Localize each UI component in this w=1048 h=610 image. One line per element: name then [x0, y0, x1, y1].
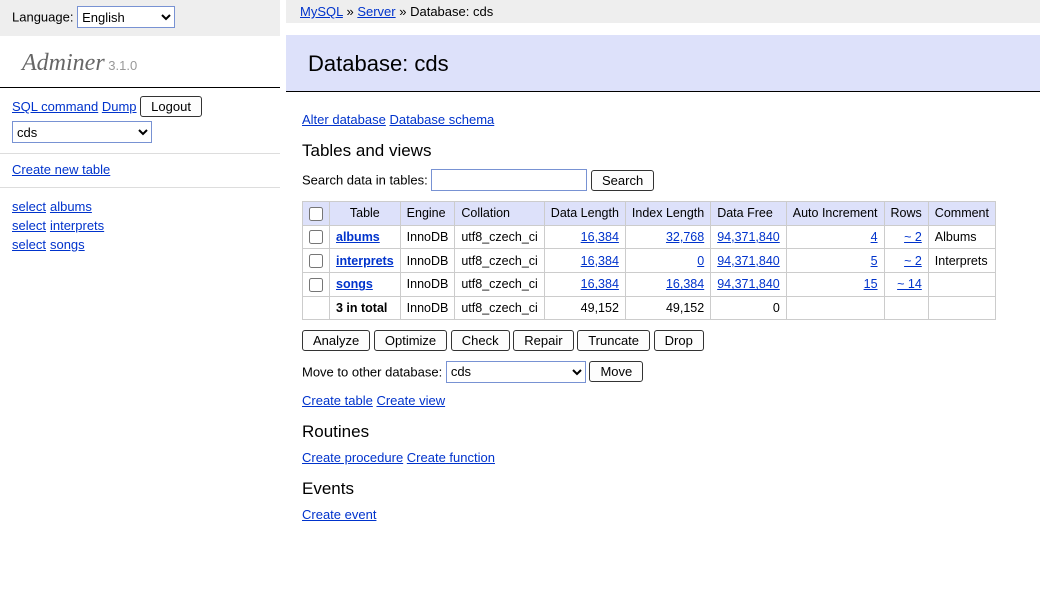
database-select[interactable]: cds — [12, 121, 152, 143]
move-label: Move to other database: — [302, 364, 442, 379]
cell-data-free[interactable]: 94,371,840 — [717, 254, 780, 268]
sidebar-select-link[interactable]: select — [12, 218, 46, 233]
col-comment: Comment — [928, 202, 995, 226]
total-data-length: 49,152 — [544, 296, 625, 319]
sidebar-table-link[interactable]: songs — [50, 237, 85, 252]
drop-button[interactable]: Drop — [654, 330, 704, 351]
col-engine: Engine — [400, 202, 455, 226]
app-version: 3.1.0 — [108, 58, 137, 73]
row-checkbox[interactable] — [309, 230, 323, 244]
select-all-checkbox[interactable] — [309, 207, 323, 221]
database-schema-link[interactable]: Database schema — [389, 112, 494, 127]
cell-rows[interactable]: ~ 2 — [904, 230, 922, 244]
cell-comment — [928, 273, 995, 297]
total-index-length: 49,152 — [625, 296, 710, 319]
app-name: Adminer — [22, 50, 105, 76]
cell-comment: Interprets — [928, 249, 995, 273]
col-collation: Collation — [455, 202, 544, 226]
total-collation: utf8_czech_ci — [455, 296, 544, 319]
create-event-link[interactable]: Create event — [302, 507, 376, 522]
sidebar-table-item: select interprets — [12, 217, 268, 236]
search-input[interactable] — [431, 169, 587, 191]
page-title: Database: cds — [286, 35, 1040, 92]
col-index-length: Index Length — [625, 202, 710, 226]
sidebar-table-link[interactable]: albums — [50, 199, 92, 214]
tables-grid: Table Engine Collation Data Length Index… — [302, 201, 996, 320]
cell-data-length[interactable]: 16,384 — [581, 254, 619, 268]
breadcrumb-server[interactable]: Server — [357, 4, 395, 19]
cell-engine: InnoDB — [400, 225, 455, 249]
cell-index-length[interactable]: 32,768 — [666, 230, 704, 244]
tables-views-heading: Tables and views — [302, 141, 1038, 161]
dump-link[interactable]: Dump — [102, 99, 137, 114]
sidebar-select-link[interactable]: select — [12, 199, 46, 214]
language-select[interactable]: English — [77, 6, 175, 28]
create-function-link[interactable]: Create function — [407, 450, 495, 465]
sql-command-link[interactable]: SQL command — [12, 99, 98, 114]
truncate-button[interactable]: Truncate — [577, 330, 650, 351]
col-rows: Rows — [884, 202, 928, 226]
col-table: Table — [330, 202, 401, 226]
cell-comment: Albums — [928, 225, 995, 249]
create-procedure-link[interactable]: Create procedure — [302, 450, 403, 465]
check-button[interactable]: Check — [451, 330, 510, 351]
breadcrumb: MySQL » Server » Database: cds — [286, 0, 1040, 23]
table-name-link[interactable]: albums — [336, 230, 380, 244]
app-logo: Adminer 3.1.0 — [0, 36, 280, 88]
table-row: interprets InnoDButf8_czech_ci 16,384 0 94,3… — [303, 249, 996, 273]
breadcrumb-db: Database: cds — [410, 4, 493, 19]
create-table-link[interactable]: Create table — [302, 393, 373, 408]
move-button[interactable]: Move — [589, 361, 643, 382]
optimize-button[interactable]: Optimize — [374, 330, 447, 351]
search-label: Search data in tables: — [302, 173, 428, 188]
cell-auto-increment[interactable]: 15 — [864, 277, 878, 291]
row-checkbox[interactable] — [309, 278, 323, 292]
cell-index-length[interactable]: 16,384 — [666, 277, 704, 291]
sidebar-select-link[interactable]: select — [12, 237, 46, 252]
col-data-length: Data Length — [544, 202, 625, 226]
search-button[interactable]: Search — [591, 170, 654, 191]
total-data-free: 0 — [711, 296, 787, 319]
total-engine: InnoDB — [400, 296, 455, 319]
events-heading: Events — [302, 479, 1038, 499]
table-row: albums InnoDButf8_czech_ci 16,384 32,768 94,… — [303, 225, 996, 249]
table-name-link[interactable]: songs — [336, 277, 373, 291]
move-database-select[interactable]: cds — [446, 361, 586, 383]
sidebar-table-item: select albums — [12, 198, 268, 217]
cell-auto-increment[interactable]: 5 — [871, 254, 878, 268]
cell-data-free[interactable]: 94,371,840 — [717, 230, 780, 244]
col-data-free: Data Free — [711, 202, 787, 226]
sidebar-table-link[interactable]: interprets — [50, 218, 104, 233]
create-view-link[interactable]: Create view — [376, 393, 445, 408]
analyze-button[interactable]: Analyze — [302, 330, 370, 351]
cell-data-length[interactable]: 16,384 — [581, 230, 619, 244]
sidebar-table-list: select albums select interprets select songs — [12, 198, 268, 255]
repair-button[interactable]: Repair — [513, 330, 573, 351]
create-new-table-link[interactable]: Create new table — [12, 162, 110, 177]
cell-rows[interactable]: ~ 2 — [904, 254, 922, 268]
cell-collation: utf8_czech_ci — [455, 225, 544, 249]
cell-auto-increment[interactable]: 4 — [871, 230, 878, 244]
cell-rows[interactable]: ~ 14 — [897, 277, 922, 291]
col-auto-increment: Auto Increment — [786, 202, 884, 226]
cell-data-free[interactable]: 94,371,840 — [717, 277, 780, 291]
routines-heading: Routines — [302, 422, 1038, 442]
cell-collation: utf8_czech_ci — [455, 249, 544, 273]
cell-index-length[interactable]: 0 — [697, 254, 704, 268]
cell-engine: InnoDB — [400, 273, 455, 297]
sidebar-table-item: select songs — [12, 236, 268, 255]
language-label: Language: — [12, 10, 73, 25]
table-row: songs InnoDButf8_czech_ci 16,384 16,384 94,3… — [303, 273, 996, 297]
table-total-row: 3 in totalInnoDButf8_czech_ci49,15249,15… — [303, 296, 996, 319]
row-checkbox[interactable] — [309, 254, 323, 268]
table-name-link[interactable]: interprets — [336, 254, 394, 268]
total-label: 3 in total — [330, 296, 401, 319]
breadcrumb-driver[interactable]: MySQL — [300, 4, 343, 19]
cell-collation: utf8_czech_ci — [455, 273, 544, 297]
cell-data-length[interactable]: 16,384 — [581, 277, 619, 291]
cell-engine: InnoDB — [400, 249, 455, 273]
logout-button[interactable]: Logout — [140, 96, 202, 117]
alter-database-link[interactable]: Alter database — [302, 112, 386, 127]
